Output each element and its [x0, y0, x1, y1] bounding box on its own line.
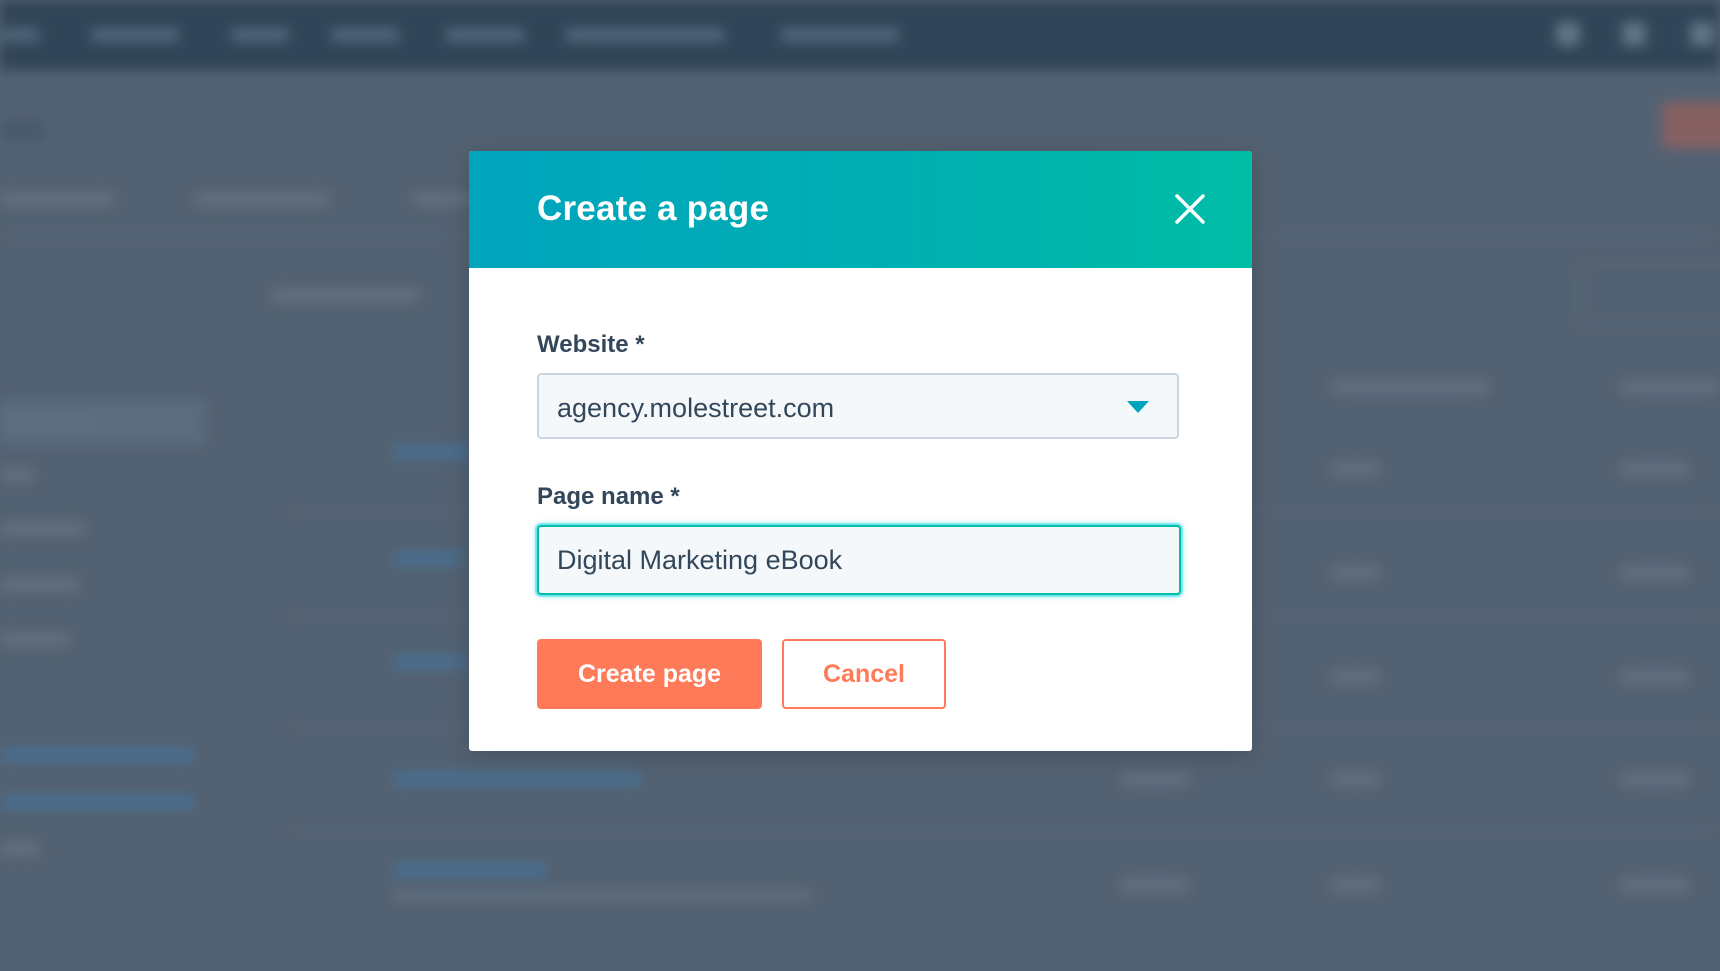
close-button[interactable] [1170, 189, 1210, 229]
website-select-value: agency.molestreet.com [557, 393, 835, 423]
page: Create a page Website * agency.molestree… [0, 0, 1720, 971]
website-select[interactable]: agency.molestreet.com [537, 373, 1179, 439]
modal-header: Create a page [469, 151, 1252, 268]
cancel-button[interactable]: Cancel [782, 639, 946, 709]
page-name-input[interactable] [537, 525, 1181, 595]
caret-down-icon [1127, 401, 1149, 413]
create-page-modal: Create a page Website * agency.molestree… [469, 151, 1252, 751]
close-icon [1175, 194, 1205, 224]
page-name-label: Page name * [537, 483, 680, 510]
modal-title: Create a page [537, 189, 770, 228]
website-label: Website * [537, 331, 645, 358]
create-page-button[interactable]: Create page [537, 639, 762, 709]
